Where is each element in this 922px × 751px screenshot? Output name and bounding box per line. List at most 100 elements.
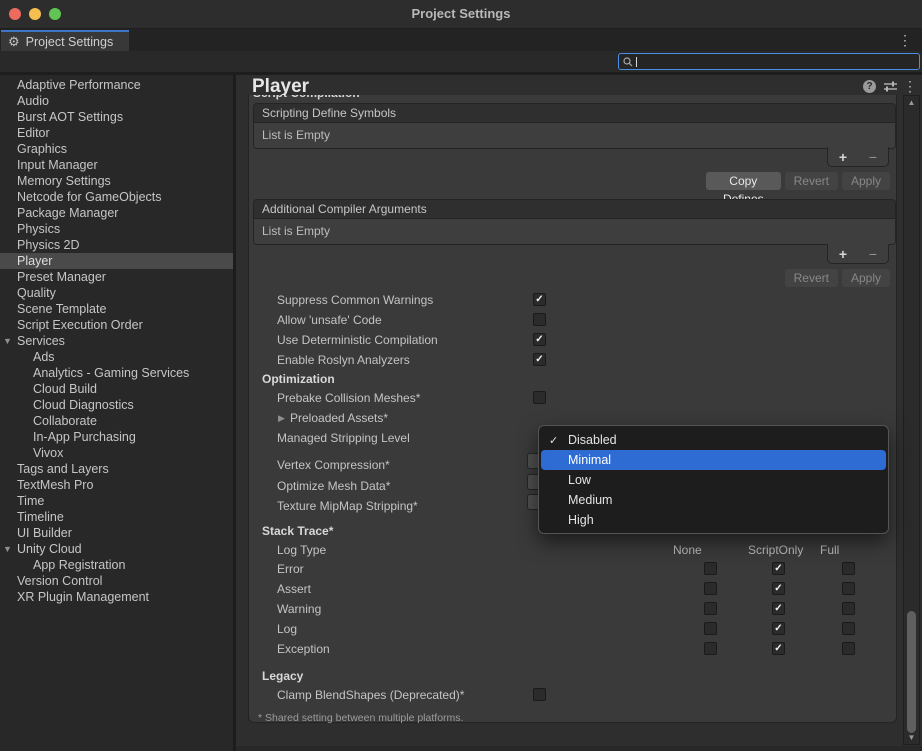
log-scriptonly-checkbox[interactable]: ✓ (772, 622, 785, 635)
dropdown-option-disabled[interactable]: ✓ Disabled (539, 430, 888, 450)
sidebar-item-services[interactable]: ▼ Services (0, 333, 233, 349)
sidebar-item-memory-settings[interactable]: Memory Settings (0, 173, 233, 189)
assert-scriptonly-checkbox[interactable]: ✓ (772, 582, 785, 595)
sidebar-item-tags-and-layers[interactable]: Tags and Layers (0, 461, 233, 477)
sidebar-item-time[interactable]: Time (0, 493, 233, 509)
sidebar-item-vivox[interactable]: Vivox (0, 445, 233, 461)
apply-button[interactable]: Apply (842, 269, 890, 287)
sidebar-item-timeline[interactable]: Timeline (0, 509, 233, 525)
sidebar-item-adaptive-performance[interactable]: Adaptive Performance (0, 77, 233, 93)
error-none-checkbox[interactable] (704, 562, 717, 575)
warning-full-checkbox[interactable] (842, 602, 855, 615)
setting-label: Use Deterministic Compilation (277, 332, 438, 348)
scroll-down-icon[interactable]: ▼ (904, 733, 919, 742)
error-scriptonly-checkbox[interactable]: ✓ (772, 562, 785, 575)
sidebar-item-audio[interactable]: Audio (0, 93, 233, 109)
toolbar (0, 51, 922, 72)
apply-button[interactable]: Apply (842, 172, 890, 190)
sidebar-item-quality[interactable]: Quality (0, 285, 233, 301)
log-none-checkbox[interactable] (704, 622, 717, 635)
use-deterministic-compilation-checkbox[interactable]: ✓ (533, 333, 546, 346)
column-header-full: Full (820, 542, 839, 558)
sidebar-item-netcode-for-gameobjects[interactable]: Netcode for GameObjects (0, 189, 233, 205)
revert-button[interactable]: Revert (785, 172, 838, 190)
setting-label: Texture MipMap Stripping* (277, 498, 418, 514)
sidebar-item-editor[interactable]: Editor (0, 125, 233, 141)
scroll-up-icon[interactable]: ▲ (904, 98, 919, 107)
sidebar-item-xr-plugin-management[interactable]: XR Plugin Management (0, 589, 233, 605)
tab-project-settings[interactable]: ⚙ Project Settings (1, 30, 129, 51)
compiler-args-buttons: Revert Apply (706, 269, 890, 287)
setting-label: Enable Roslyn Analyzers (277, 352, 410, 368)
add-button[interactable]: + (839, 246, 847, 262)
search-input[interactable] (618, 53, 920, 70)
dropdown-option-minimal[interactable]: Minimal (541, 450, 886, 470)
vertical-scrollbar[interactable]: ▲ ▼ (903, 95, 920, 745)
dropdown-option-medium[interactable]: Medium (539, 490, 888, 510)
sidebar-item-textmesh-pro[interactable]: TextMesh Pro (0, 477, 233, 493)
error-full-checkbox[interactable] (842, 562, 855, 575)
option-label: Disabled (568, 433, 617, 447)
dropdown-option-high[interactable]: High (539, 510, 888, 530)
define-symbols-add-remove: + − (827, 147, 889, 167)
sidebar-item-analytics-gaming-services[interactable]: Analytics - Gaming Services (0, 365, 233, 381)
sidebar-item-in-app-purchasing[interactable]: In-App Purchasing (0, 429, 233, 445)
warning-scriptonly-checkbox[interactable]: ✓ (772, 602, 785, 615)
row-label: Warning (277, 601, 321, 617)
clamp-blendshapes-checkbox[interactable] (533, 688, 546, 701)
warning-none-checkbox[interactable] (704, 602, 717, 615)
exception-scriptonly-checkbox[interactable]: ✓ (772, 642, 785, 655)
suppress-common-warnings-checkbox[interactable]: ✓ (533, 293, 546, 306)
sidebar-item-scene-template[interactable]: Scene Template (0, 301, 233, 317)
managed-stripping-level-popup: ✓ Disabled Minimal Low Medium High (538, 425, 889, 534)
sidebar-item-script-execution-order[interactable]: Script Execution Order (0, 317, 233, 333)
sidebar-item-physics-2d[interactable]: Physics 2D (0, 237, 233, 253)
sidebar-item-input-manager[interactable]: Input Manager (0, 157, 233, 173)
exception-full-checkbox[interactable] (842, 642, 855, 655)
list-empty-row: List is Empty (254, 219, 895, 244)
scrollbar-thumb[interactable] (907, 611, 916, 733)
add-button[interactable]: + (839, 149, 847, 165)
foldout-open-icon[interactable]: ▼ (3, 333, 12, 349)
tab-bar-menu-icon[interactable]: ⋮ (898, 33, 912, 47)
sidebar-item-unity-cloud[interactable]: ▼ Unity Cloud (0, 541, 233, 557)
sidebar-item-label: Services (17, 334, 65, 348)
assert-full-checkbox[interactable] (842, 582, 855, 595)
copy-defines-button[interactable]: Copy Defines (706, 172, 781, 190)
foldout-closed-icon[interactable]: ▶ (278, 413, 285, 424)
sidebar-item-burst-aot-settings[interactable]: Burst AOT Settings (0, 109, 233, 125)
help-icon[interactable]: ? (863, 80, 876, 93)
exception-none-checkbox[interactable] (704, 642, 717, 655)
sidebar-item-cloud-build[interactable]: Cloud Build (0, 381, 233, 397)
allow-unsafe-code-checkbox[interactable] (533, 313, 546, 326)
sidebar-item-graphics[interactable]: Graphics (0, 141, 233, 157)
preloaded-assets-foldout[interactable]: ▶ Preloaded Assets* (0, 410, 922, 426)
revert-button[interactable]: Revert (785, 269, 838, 287)
option-label: Medium (568, 493, 612, 507)
sidebar-item-ui-builder[interactable]: UI Builder (0, 525, 233, 541)
option-label: High (568, 513, 594, 527)
remove-button[interactable]: − (869, 149, 877, 165)
enable-roslyn-analyzers-checkbox[interactable]: ✓ (533, 353, 546, 366)
sidebar-item-app-registration[interactable]: App Registration (0, 557, 233, 573)
row-label: Log (277, 621, 297, 637)
tab-bar: ⚙ Project Settings ⋮ (0, 29, 922, 51)
sidebar-item-label: Unity Cloud (17, 542, 82, 556)
presets-icon[interactable] (883, 80, 898, 96)
assert-none-checkbox[interactable] (704, 582, 717, 595)
remove-button[interactable]: − (869, 246, 877, 262)
row-label: Exception (277, 641, 330, 657)
sidebar-item-player[interactable]: Player (0, 253, 233, 269)
prebake-collision-meshes-checkbox[interactable] (533, 391, 546, 404)
log-full-checkbox[interactable] (842, 622, 855, 635)
foldout-open-icon[interactable]: ▼ (3, 541, 12, 557)
project-settings-window: Project Settings ⚙ Project Settings ⋮ Ad… (0, 0, 922, 751)
dropdown-option-low[interactable]: Low (539, 470, 888, 490)
panel-menu-icon[interactable]: ⋮ (903, 79, 917, 93)
sidebar-item-version-control[interactable]: Version Control (0, 573, 233, 589)
sidebar-item-package-manager[interactable]: Package Manager (0, 205, 233, 221)
sidebar-item-preset-manager[interactable]: Preset Manager (0, 269, 233, 285)
sidebar-item-physics[interactable]: Physics (0, 221, 233, 237)
option-label: Minimal (568, 453, 611, 467)
sidebar-item-ads[interactable]: Ads (0, 349, 233, 365)
